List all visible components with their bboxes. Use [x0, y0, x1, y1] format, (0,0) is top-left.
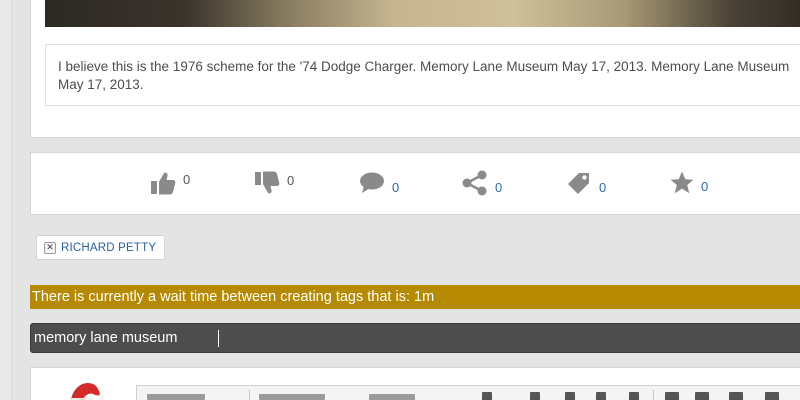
comment-count[interactable]: 0 [392, 180, 399, 195]
post-actions-bar: 0 0 0 0 0 0 [30, 152, 800, 215]
dislike-button[interactable]: 0 [253, 168, 294, 198]
comment-button[interactable]: 0 [358, 168, 399, 198]
tag-icon [565, 170, 593, 196]
tag-input[interactable] [31, 324, 800, 352]
toolbar-divider [653, 390, 654, 400]
share-icon [461, 170, 489, 196]
format-dropdown[interactable] [147, 394, 205, 400]
thumbs-down-icon [253, 170, 281, 196]
post-photo[interactable] [45, 0, 800, 27]
avatar [65, 378, 105, 400]
align-center-button[interactable] [695, 392, 709, 400]
tag-count[interactable]: 0 [599, 180, 606, 195]
text-caret [218, 330, 219, 347]
font-size-dropdown[interactable] [369, 394, 415, 400]
thumbs-up-icon [149, 170, 177, 196]
star-icon [669, 170, 695, 196]
favorite-button[interactable]: 0 [669, 168, 708, 198]
share-count[interactable]: 0 [495, 180, 502, 195]
align-left-button[interactable] [665, 392, 679, 400]
text-color-button[interactable] [482, 392, 492, 400]
underline-button[interactable] [596, 392, 606, 400]
tag-input-container [30, 323, 800, 353]
font-family-dropdown[interactable] [259, 394, 325, 400]
editor-toolbar [136, 385, 800, 400]
tag-button[interactable]: 0 [565, 168, 606, 198]
italic-button[interactable] [565, 392, 575, 400]
tag-wait-warning: There is currently a wait time between c… [30, 285, 800, 309]
post-card: I believe this is the 1976 scheme for th… [30, 0, 800, 138]
tag-chip: ✕ RICHARD PETTY [36, 235, 166, 260]
like-count: 0 [183, 171, 191, 187]
share-button[interactable]: 0 [461, 168, 502, 198]
bold-button[interactable] [530, 392, 540, 400]
like-button[interactable]: 0 [149, 168, 190, 198]
left-edge [0, 0, 12, 400]
post-caption: I believe this is the 1976 scheme for th… [45, 44, 800, 106]
align-right-button[interactable] [729, 392, 743, 400]
remove-tag-icon[interactable]: ✕ [44, 241, 56, 254]
favorite-count[interactable]: 0 [701, 179, 708, 194]
strikethrough-button[interactable] [629, 392, 639, 400]
toolbar-divider [249, 390, 250, 400]
speech-bubble-icon [358, 171, 386, 195]
dislike-count: 0 [287, 172, 295, 188]
comment-editor-card [30, 367, 800, 400]
align-justify-button[interactable] [765, 392, 779, 400]
tag-chip-label[interactable]: RICHARD PETTY [61, 242, 156, 254]
